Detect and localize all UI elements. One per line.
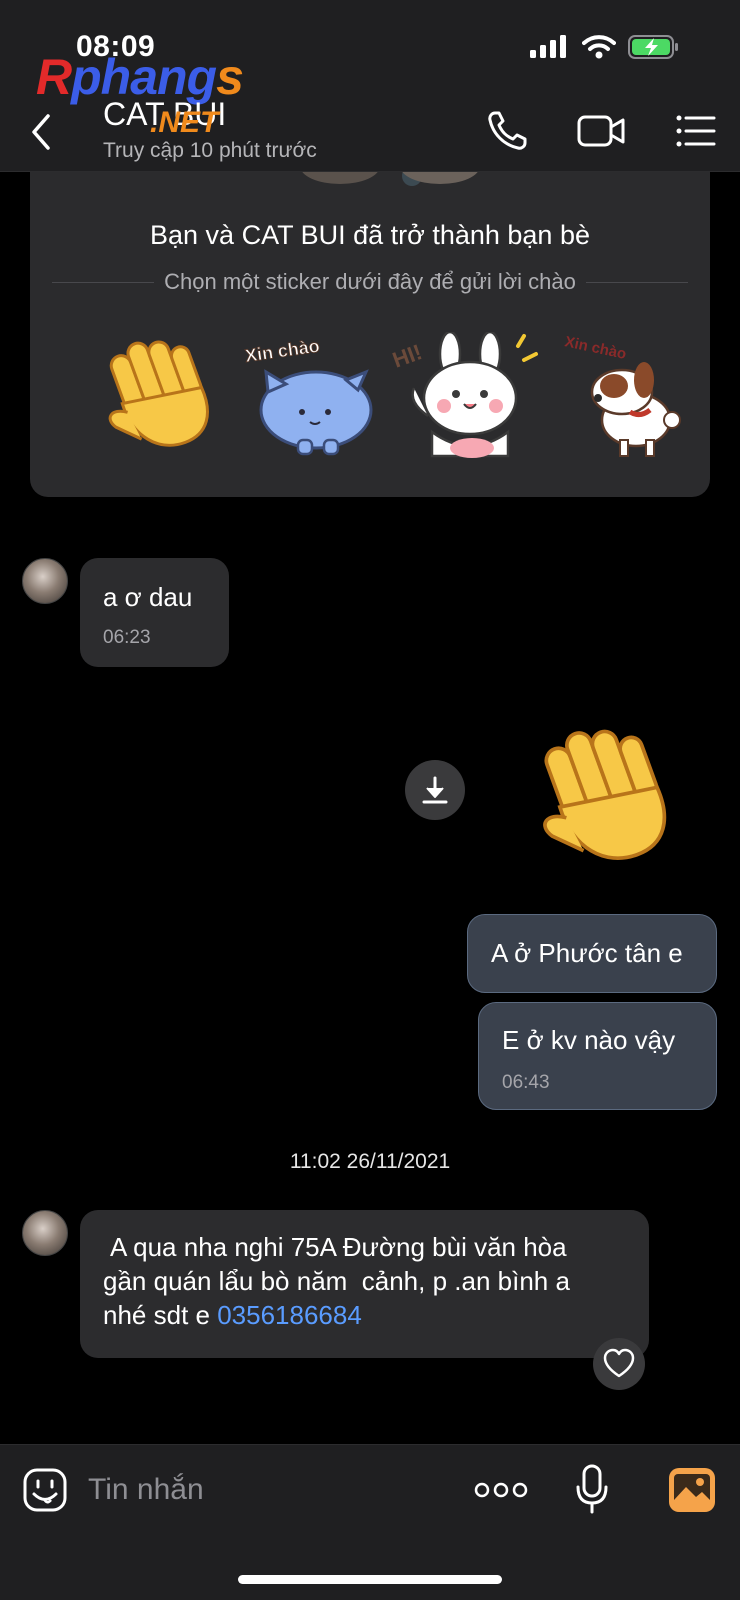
wifi-icon — [582, 35, 616, 59]
download-sticker-button[interactable] — [405, 760, 465, 820]
microphone-icon — [576, 1464, 608, 1514]
phone-number-link[interactable]: 0356186684 — [217, 1300, 362, 1330]
contact-avatar[interactable] — [22, 558, 68, 604]
back-button[interactable] — [24, 110, 60, 154]
message-text: A ở Phước tân e — [491, 938, 683, 968]
contact-last-seen: Truy cập 10 phút trước — [103, 139, 317, 162]
message-text: A qua nha nghi 75A Đường bùi văn hòa gần … — [103, 1232, 570, 1330]
more-dots-icon — [474, 1482, 528, 1498]
list-menu-icon — [676, 115, 716, 147]
sticker-waving-hand[interactable] — [80, 332, 230, 462]
voice-call-button[interactable] — [484, 108, 534, 154]
status-icons — [530, 34, 680, 60]
image-gallery-icon — [669, 1468, 715, 1512]
message-bubble-outgoing[interactable]: E ở kv nào vậy 06:43 — [478, 1002, 717, 1110]
chevron-left-icon — [32, 114, 50, 150]
photo-gallery-button[interactable] — [668, 1467, 716, 1513]
video-call-button[interactable] — [576, 108, 626, 154]
video-camera-icon — [577, 115, 625, 147]
waving-hand-icon — [108, 340, 209, 447]
card-subtitle-row: Chọn một sticker dưới đây để gửi lời chà… — [52, 266, 688, 298]
more-options-button[interactable] — [474, 1479, 528, 1501]
contact-avatar[interactable] — [22, 1210, 68, 1256]
battery-charging-icon — [628, 35, 678, 59]
sticker-xin-chao-dog[interactable]: Xin chào — [548, 332, 698, 462]
react-heart-button[interactable] — [593, 1338, 645, 1390]
svg-text:Xin chào: Xin chào — [563, 333, 628, 363]
message-text: E ở kv nào vậy — [502, 1025, 676, 1055]
message-time: 06:23 — [103, 627, 151, 648]
card-title: Bạn và CAT BUI đã trở thành bạn bè — [150, 220, 590, 250]
home-indicator — [238, 1575, 502, 1584]
sent-sticker-waving-hand[interactable] — [508, 714, 692, 884]
message-input-bar — [0, 1444, 740, 1600]
emoji-sticker-button[interactable] — [22, 1467, 68, 1513]
xin-chao-cat-sticker: Xin chào — [243, 335, 373, 456]
message-text: a ơ dau — [103, 582, 193, 612]
message-time: 06:43 — [502, 1072, 550, 1093]
download-icon — [422, 776, 448, 804]
phone-icon — [488, 111, 527, 150]
svg-text:HI!: HI! — [392, 339, 425, 373]
message-bubble-incoming[interactable]: a ơ dau 06:23 — [80, 558, 229, 667]
watermark-logo: Rphangs — [36, 49, 244, 105]
voice-message-button[interactable] — [574, 1463, 610, 1515]
chat-options-button[interactable] — [674, 108, 724, 154]
watermark-logo-suffix: .NET — [150, 106, 219, 139]
signal-icon — [530, 35, 566, 58]
date-separator: 11:02 26/11/2021 — [289, 1150, 451, 1173]
sticker-hi-bunny[interactable]: HI! — [389, 330, 542, 462]
svg-text:Xin chào: Xin chào — [244, 336, 321, 366]
message-input[interactable] — [88, 1465, 428, 1515]
smiley-sticker-icon — [23, 1468, 67, 1512]
xin-chao-dog-sticker: Xin chào — [563, 333, 681, 457]
heart-icon — [603, 1348, 635, 1378]
message-bubble-incoming[interactable]: A qua nha nghi 75A Đường bùi văn hòa gần … — [80, 1210, 649, 1358]
hi-bunny-sticker: HI! — [389, 330, 538, 458]
waving-hand-icon — [543, 729, 667, 860]
chat-header: 08:09 Rphangs CAT BUI .NET Truy cập 10 p… — [0, 0, 740, 172]
sticker-xin-chao-cat[interactable]: Xin chào — [238, 332, 388, 462]
card-subtitle: Chọn một sticker dưới đây để gửi lời chà… — [164, 269, 576, 294]
message-bubble-outgoing[interactable]: A ở Phước tân e — [467, 914, 717, 993]
friend-greeting-card: Bạn và CAT BUI đã trở thành bạn bè Chọn … — [30, 160, 710, 497]
